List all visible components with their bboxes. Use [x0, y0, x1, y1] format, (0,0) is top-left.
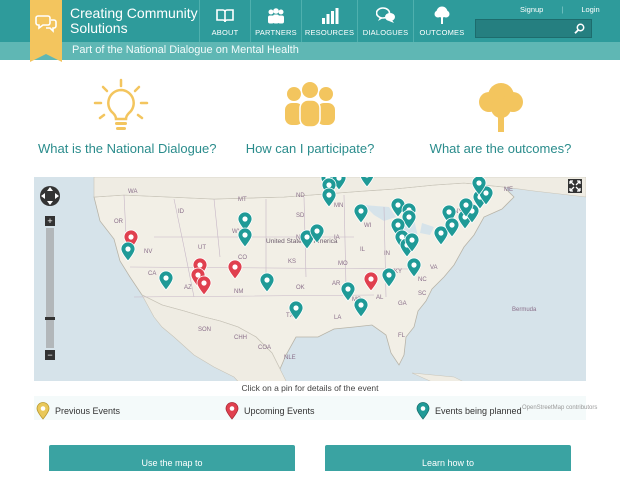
feature-label[interactable]: What are the outcomes?: [428, 141, 573, 156]
legend-upcoming-label: Upcoming Events: [244, 406, 315, 416]
map-label: FL: [398, 333, 406, 339]
nav-outcomes[interactable]: OUTCOMES: [413, 0, 470, 42]
group-icon: [285, 82, 335, 128]
zoom-track[interactable]: [46, 228, 54, 348]
zoom-out-button[interactable]: −: [45, 350, 55, 360]
pin-icon: [36, 402, 50, 420]
map-label: Bermuda: [512, 307, 537, 313]
search-icon[interactable]: [574, 23, 585, 34]
map-label: IN: [384, 251, 390, 257]
map-label: MT: [238, 197, 247, 203]
nav-dialogues[interactable]: DIALOGUES: [357, 0, 413, 42]
legend-planned-label: Events being planned: [435, 406, 522, 416]
feature-label[interactable]: How can I participate?: [240, 141, 380, 156]
nav-resources[interactable]: RESOURCES: [301, 0, 357, 42]
map-label: MN: [334, 203, 343, 209]
map-label: NM: [234, 289, 243, 295]
map-label: KS: [288, 259, 296, 265]
legend-planned: Events being planned: [416, 402, 522, 420]
map-label: ID: [178, 209, 185, 215]
search-input[interactable]: [475, 19, 592, 38]
tree-icon: [478, 83, 523, 132]
tree-icon: [434, 6, 450, 24]
map-label: ND: [296, 193, 305, 199]
map-label: AZ: [184, 285, 192, 291]
map-label: WA: [128, 189, 137, 195]
legend-previous: Previous Events: [36, 402, 120, 420]
map-label: CA: [148, 271, 156, 277]
feature-label[interactable]: What is the National Dialogue?: [38, 141, 217, 156]
nav-partners[interactable]: PARTNERS: [250, 0, 301, 42]
map-label: OK: [296, 285, 305, 291]
map-label: GA: [398, 301, 407, 307]
tagline-bar: Part of the National Dialogue on Mental …: [0, 42, 620, 60]
map-label: COA: [258, 345, 271, 351]
nav-dialogues-label: DIALOGUES: [362, 28, 409, 37]
pan-control[interactable]: [39, 185, 61, 207]
map-label: UT: [198, 245, 206, 251]
nav-resources-label: RESOURCES: [304, 28, 355, 37]
main-nav: ABOUT PARTNERS RESOURCES DIALOGUES OUTCO…: [199, 0, 470, 42]
map-label: MO: [338, 261, 348, 267]
zoom-in-button[interactable]: +: [45, 216, 55, 226]
login-link[interactable]: Login: [581, 5, 599, 14]
nav-partners-label: PARTNERS: [255, 28, 297, 37]
map-legend: Previous Events Upcoming Events Events b…: [34, 396, 586, 420]
book-icon: [216, 9, 234, 23]
map-label: OR: [114, 219, 124, 225]
pan-arrows-icon[interactable]: [39, 185, 61, 207]
site-title[interactable]: Creating Community Solutions: [70, 6, 200, 36]
map-label: VA: [430, 265, 438, 271]
map-caption: Click on a pin for details of the event: [34, 381, 586, 396]
pin-icon: [225, 402, 239, 420]
auth-divider: |: [561, 5, 564, 14]
map-attribution: OpenStreetMap contributors: [522, 405, 598, 411]
map-label: IL: [360, 247, 366, 253]
map-label: AL: [376, 295, 384, 301]
feature-national-dialogue[interactable]: What is the National Dialogue?: [38, 78, 217, 156]
legend-previous-label: Previous Events: [55, 406, 121, 416]
speech-bubbles-icon: [375, 7, 395, 23]
lightbulb-icon: [93, 78, 148, 130]
people-icon: [268, 8, 284, 24]
map-label: CO: [238, 255, 247, 261]
bar-chart-icon: [321, 8, 338, 24]
fullscreen-icon[interactable]: [568, 179, 582, 193]
nav-outcomes-label: OUTCOMES: [419, 28, 465, 37]
zoom-control[interactable]: + −: [45, 216, 55, 360]
auth-links: Signup | Login: [520, 5, 600, 14]
map-label: AR: [332, 281, 341, 287]
feature-outcomes[interactable]: What are the outcomes?: [428, 78, 573, 156]
use-map-button[interactable]: Use the map to: [49, 445, 295, 471]
legend-upcoming: Upcoming Events: [225, 402, 315, 420]
map-label: SC: [418, 291, 427, 297]
map-label: NC: [418, 277, 427, 283]
zoom-slider-handle[interactable]: [45, 317, 55, 320]
map-label: WI: [364, 223, 372, 229]
logo-ribbon[interactable]: [30, 0, 62, 62]
map-label: NLE: [284, 355, 296, 361]
signup-link[interactable]: Signup: [520, 5, 543, 14]
map-label: ME: [504, 187, 513, 193]
map-label: LA: [334, 315, 341, 321]
feature-participate[interactable]: How can I participate?: [240, 78, 380, 156]
learn-how-button[interactable]: Learn how to: [325, 445, 571, 471]
map-label: SD: [296, 213, 305, 219]
map-label: NV: [144, 249, 152, 255]
speech-bubbles-icon: [35, 15, 57, 33]
nav-about[interactable]: ABOUT: [199, 0, 250, 42]
map-label: CHH: [234, 335, 247, 341]
pin-icon: [416, 402, 430, 420]
fullscreen-button[interactable]: [568, 179, 582, 193]
tagline: Part of the National Dialogue on Mental …: [72, 44, 299, 56]
nav-about-label: ABOUT: [211, 28, 239, 37]
map-label: SON: [198, 327, 211, 333]
